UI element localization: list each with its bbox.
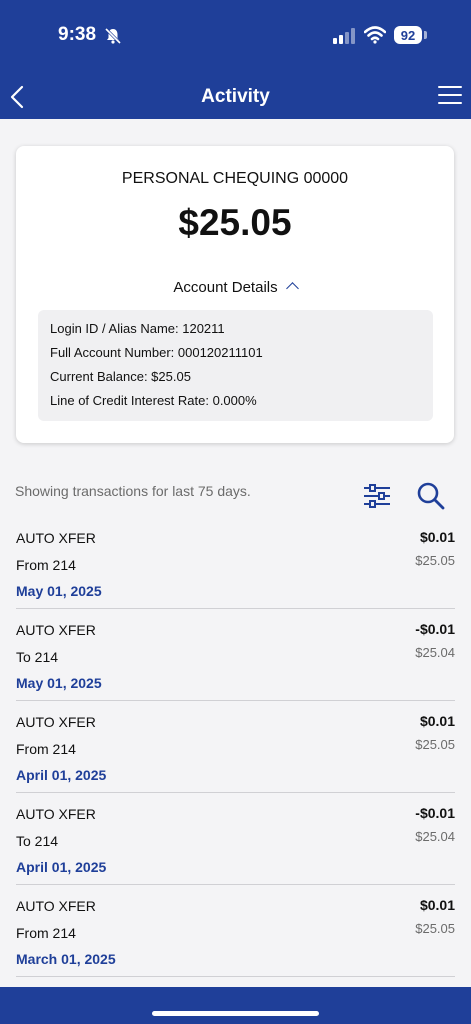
account-name: PERSONAL CHEQUING 00000 bbox=[121, 170, 349, 187]
transaction-running-balance: $25.04 bbox=[415, 829, 455, 844]
transaction-description: AUTO XFER bbox=[16, 530, 96, 546]
menu-bar bbox=[438, 94, 462, 96]
detail-account-number: Full Account Number: 000120211101 bbox=[50, 345, 263, 360]
transaction-running-balance: $25.04 bbox=[415, 645, 455, 660]
transaction-amount: $0.01 bbox=[419, 713, 455, 729]
transaction-description: AUTO XFER bbox=[16, 714, 96, 730]
app-header: 9:38 92 Activity bbox=[0, 0, 471, 119]
hamburger-menu-button[interactable] bbox=[438, 86, 462, 106]
transaction-counterparty: From 214 bbox=[16, 741, 76, 757]
transaction-row[interactable]: AUTO XFER From 214 March 01, 2025 $0.01 … bbox=[0, 885, 471, 977]
detail-current-balance: Current Balance: $25.05 bbox=[50, 369, 191, 384]
transaction-counterparty: From 214 bbox=[16, 925, 76, 941]
transaction-date: March 01, 2025 bbox=[16, 951, 116, 967]
transaction-date: May 01, 2025 bbox=[16, 675, 102, 691]
transaction-running-balance: $25.05 bbox=[415, 921, 455, 936]
transactions-range-text: Showing transactions for last 75 days. bbox=[15, 483, 251, 499]
home-indicator[interactable] bbox=[152, 1011, 319, 1016]
account-balance: $25.05 bbox=[178, 202, 292, 243]
search-icon[interactable] bbox=[416, 481, 446, 511]
detail-interest-rate: Line of Credit Interest Rate: 0.000% bbox=[50, 393, 257, 408]
page-title: Activity bbox=[201, 86, 270, 107]
transaction-description: AUTO XFER bbox=[16, 622, 96, 638]
menu-bar bbox=[438, 86, 462, 88]
battery-tip bbox=[424, 31, 427, 39]
transaction-counterparty: From 214 bbox=[16, 557, 76, 573]
transaction-date: April 01, 2025 bbox=[16, 859, 107, 875]
account-details-panel: Login ID / Alias Name: 120211 Full Accou… bbox=[38, 310, 433, 421]
transaction-date: April 01, 2025 bbox=[16, 767, 107, 783]
bottom-bar bbox=[0, 987, 471, 1024]
transaction-description: AUTO XFER bbox=[16, 806, 96, 822]
transaction-amount: -$0.01 bbox=[415, 621, 455, 637]
account-details-toggle[interactable]: Account Details bbox=[16, 279, 454, 296]
row-divider bbox=[16, 976, 455, 977]
transaction-amount: $0.01 bbox=[419, 897, 455, 913]
account-details-label: Account Details bbox=[173, 279, 278, 296]
transaction-running-balance: $25.05 bbox=[415, 553, 455, 568]
chevron-up-icon bbox=[285, 282, 299, 295]
transaction-counterparty: To 214 bbox=[16, 833, 59, 849]
transaction-counterparty: To 214 bbox=[16, 649, 59, 665]
menu-bar bbox=[438, 102, 462, 104]
transaction-row[interactable]: AUTO XFER To 214 May 01, 2025 -$0.01 $25… bbox=[0, 609, 471, 701]
transaction-row[interactable]: AUTO XFER From 214 May 01, 2025 $0.01 $2… bbox=[0, 517, 471, 609]
wifi-icon bbox=[364, 26, 386, 44]
detail-login-id: Login ID / Alias Name: 120211 bbox=[50, 321, 225, 336]
battery-indicator: 92 bbox=[394, 26, 422, 44]
transaction-row[interactable]: AUTO XFER From 214 April 01, 2025 $0.01 … bbox=[0, 701, 471, 793]
transaction-row[interactable]: AUTO XFER To 214 April 01, 2025 -$0.01 $… bbox=[0, 793, 471, 885]
transaction-date: May 01, 2025 bbox=[16, 583, 102, 599]
cellular-signal-icon bbox=[333, 28, 355, 44]
sliders-icon[interactable] bbox=[362, 482, 392, 510]
bell-muted-icon bbox=[104, 27, 122, 45]
transaction-amount: $0.01 bbox=[419, 529, 455, 545]
transaction-description: AUTO XFER bbox=[16, 898, 96, 914]
transaction-amount: -$0.01 bbox=[415, 805, 455, 821]
status-time: 9:38 bbox=[58, 24, 97, 45]
transaction-running-balance: $25.05 bbox=[415, 737, 455, 752]
account-summary-card: PERSONAL CHEQUING 00000 $25.05 Account D… bbox=[16, 146, 454, 443]
